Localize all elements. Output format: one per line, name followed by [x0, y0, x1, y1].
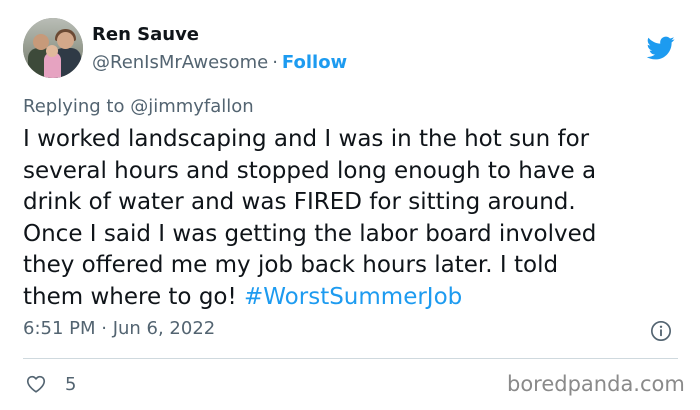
tweet-line: Once I said I was getting the labor boar…	[23, 220, 597, 247]
author-handle[interactable]: @RenIsMrAwesome	[92, 52, 268, 73]
author-name[interactable]: Ren Sauve	[92, 24, 199, 45]
follow-button[interactable]: Follow	[282, 52, 347, 73]
replying-to[interactable]: Replying to @jimmyfallon	[23, 96, 254, 117]
avatar[interactable]	[23, 18, 83, 78]
hashtag-link[interactable]: #WorstSummerJob	[244, 284, 462, 310]
timestamp[interactable]: 6:51 PM · Jun 6, 2022	[23, 318, 215, 339]
info-icon[interactable]	[650, 320, 672, 342]
like-count: 5	[65, 373, 77, 395]
author-handle-row: @RenIsMrAwesome · Follow	[92, 52, 347, 73]
heart-icon	[26, 375, 46, 393]
watermark-text: boredpanda.com	[507, 372, 685, 396]
tweet-line: I worked landscaping and I was in the ho…	[23, 126, 590, 152]
like-button[interactable]: 5	[25, 373, 76, 395]
divider	[23, 358, 678, 359]
tweet-line: several hours and stopped long enough to…	[23, 157, 597, 184]
tweet-line: they offered me my job back hours later.…	[23, 252, 559, 278]
twitter-bird-icon[interactable]	[645, 34, 677, 62]
tweet-line: drink of water and was FIRED for sitting…	[23, 189, 576, 215]
tweet-header: Ren Sauve @RenIsMrAwesome · Follow	[23, 16, 683, 80]
separator-dot: ·	[272, 52, 278, 73]
tweet-line: them where to go!	[23, 283, 245, 310]
tweet-card: Ren Sauve @RenIsMrAwesome · Follow Replyin…	[0, 0, 700, 410]
tweet-text: I worked landscaping and I was in the ho…	[23, 124, 683, 313]
tweet-line-last: them where to go! #WorstSummerJob	[23, 282, 683, 314]
